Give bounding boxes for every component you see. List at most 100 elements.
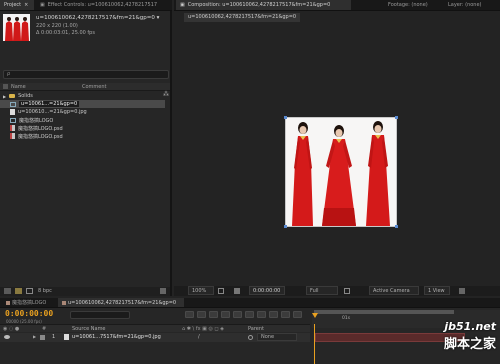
timecode-display[interactable]: 0:00:00:00 bbox=[249, 286, 285, 295]
frame-corner-handle[interactable] bbox=[284, 225, 287, 228]
project-item-logo-psd-2[interactable]: 魔指悠搞LOGO.psd bbox=[0, 132, 165, 140]
tab-project[interactable]: Project × bbox=[0, 0, 34, 10]
motion-blur-icon[interactable] bbox=[233, 311, 242, 318]
column-name[interactable]: Name bbox=[11, 84, 26, 90]
bpc-label[interactable]: 8 bpc bbox=[38, 288, 52, 294]
project-search-input[interactable]: ρ bbox=[3, 70, 169, 79]
lock-icon: ▣ bbox=[40, 2, 45, 8]
frame-blending-icon[interactable] bbox=[221, 311, 230, 318]
watermark-line2: 脚本之家 bbox=[443, 337, 496, 352]
psd-file-icon bbox=[10, 133, 15, 139]
expand-arrow-icon[interactable]: ▶ bbox=[33, 334, 36, 339]
comp-icon bbox=[6, 300, 10, 305]
watermark: jb51.net 脚本之家 bbox=[432, 320, 500, 364]
interpret-footage-icon[interactable] bbox=[4, 288, 11, 294]
project-panel: Project × ▣ Effect Controls: u=100610062,4… bbox=[0, 0, 172, 296]
switches-icons: ⌂ ✱ \ fx ▣ ◎ ◻ ◈ bbox=[182, 326, 224, 332]
brainstorm-icon[interactable] bbox=[245, 311, 254, 318]
draft-3d-icon[interactable] bbox=[197, 311, 206, 318]
lock-icon: ▣ bbox=[180, 2, 185, 8]
new-folder-icon[interactable] bbox=[15, 288, 22, 294]
timeline-search-input[interactable] bbox=[70, 311, 130, 319]
composition-frame[interactable] bbox=[284, 116, 398, 228]
timeline-tabbar: 魔指悠搞LOGO u=100610062,4278217517&fm=21&gp… bbox=[0, 298, 500, 308]
parent-dropdown[interactable]: None bbox=[257, 333, 297, 341]
resolution-dropdown[interactable]: Full bbox=[306, 286, 338, 295]
playhead-line bbox=[314, 324, 315, 364]
psd-file-icon bbox=[10, 125, 15, 131]
project-item-list: ▶ Solids u=10061...=21&gp=0 u=100610...=… bbox=[0, 92, 165, 152]
footage-image bbox=[286, 118, 396, 226]
snapshot-icon[interactable] bbox=[234, 288, 240, 294]
frame-corner-handle[interactable] bbox=[395, 225, 398, 228]
tab-layer[interactable]: Layer: (none) bbox=[444, 0, 500, 10]
timeline-layer-row[interactable]: ▶ 1 u=10061...7517&fm=21&gp=0.jpg / None bbox=[0, 333, 310, 342]
render-queue-icon[interactable] bbox=[293, 311, 302, 318]
shy-layers-icon[interactable] bbox=[209, 311, 218, 318]
footage-thumbnail bbox=[3, 14, 30, 41]
composition-icon bbox=[10, 101, 16, 107]
footage-size: 220 x 220 (1.00) bbox=[36, 23, 78, 29]
viewer-tabbar: ▣ Composition: u=100610062,4278217517&fm=… bbox=[174, 0, 500, 11]
footage-name[interactable]: u=100610062,4278217517&fm=21&gp=0 ▾ bbox=[36, 15, 159, 21]
project-item-logo-psd-1[interactable]: 魔指悠搞LOGO.psd bbox=[0, 124, 165, 132]
column-source-name[interactable]: Source Name bbox=[72, 326, 106, 332]
layer-name[interactable]: u=10061...7517&fm=21&gp=0.jpg bbox=[72, 334, 161, 340]
parent-pickwhip-icon[interactable] bbox=[248, 335, 253, 340]
graph-editor-icon[interactable] bbox=[257, 311, 266, 318]
comp-icon bbox=[62, 300, 66, 305]
av-features-icon: ◉ ◌ ● bbox=[3, 326, 20, 332]
tab-composition[interactable]: ▣ Composition: u=100610062,4278217517&fm=… bbox=[176, 0, 351, 10]
tab-footage[interactable]: Footage: (none) bbox=[384, 0, 444, 10]
timeline-timecode[interactable]: 0:00:00:00 bbox=[5, 309, 53, 318]
zoom-dropdown[interactable]: 100% bbox=[188, 286, 214, 295]
folder-icon bbox=[9, 94, 16, 98]
region-of-interest-icon[interactable] bbox=[344, 288, 350, 294]
view-layout-dropdown[interactable]: 1 View bbox=[424, 286, 450, 295]
image-file-icon bbox=[64, 334, 69, 340]
close-icon[interactable]: × bbox=[24, 2, 28, 8]
project-item-logo-comp[interactable]: 魔指悠搞LOGO bbox=[0, 116, 165, 124]
comp-mini-flowchart-icon[interactable] bbox=[185, 311, 194, 318]
frame-corner-handle[interactable] bbox=[284, 116, 287, 119]
tab-effect-controls[interactable]: ▣ Effect Controls: u=100610062,4278217517 bbox=[36, 0, 172, 10]
new-composition-icon[interactable] bbox=[26, 288, 33, 294]
project-column-header: Name Comment bbox=[0, 83, 170, 91]
fast-previews-icon[interactable] bbox=[459, 288, 465, 294]
project-item-comp-selected[interactable]: u=10061...=21&gp=0 bbox=[0, 100, 165, 108]
timeline-column-header: ◉ ◌ ● # Source Name ⌂ ✱ \ fx ▣ ◎ ◻ ◈ Par… bbox=[0, 324, 310, 332]
camera-dropdown[interactable]: Active Camera bbox=[369, 286, 419, 295]
live-update-icon[interactable] bbox=[269, 311, 278, 318]
tab-timeline-main[interactable]: u=100610062,4278217517&fm=21&gp=0 bbox=[58, 298, 184, 307]
quality-switch-icon[interactable]: / bbox=[198, 334, 200, 340]
safe-zones-icon[interactable] bbox=[218, 288, 224, 294]
auto-keyframe-icon[interactable] bbox=[281, 311, 290, 318]
viewer-footer-toolbar: 100% 0:00:00:00 Full Active Camera 1 Vie… bbox=[174, 286, 500, 296]
label-column-icon: # bbox=[42, 326, 47, 332]
image-file-icon bbox=[10, 109, 15, 115]
watermark-line1: jb51.net bbox=[444, 320, 496, 333]
frame-corner-handle[interactable] bbox=[395, 116, 398, 119]
layer-label-color[interactable] bbox=[40, 335, 45, 340]
label-column-icon[interactable] bbox=[3, 84, 8, 89]
project-footer-toolbar: 8 bpc bbox=[0, 287, 170, 296]
ruler-mark-01s: 01s bbox=[342, 316, 351, 321]
project-item-jpg[interactable]: u=100610...=21&gp=0.jpg bbox=[0, 108, 165, 116]
column-parent[interactable]: Parent bbox=[248, 326, 264, 332]
footage-duration: Δ 0:00:03:01, 25.00 fps bbox=[36, 30, 95, 36]
work-area-bar[interactable] bbox=[314, 310, 454, 314]
composition-icon bbox=[10, 117, 16, 123]
composition-subtab[interactable]: u=100610062,4278217517&fm=21&gp=0 bbox=[184, 13, 301, 22]
tab-timeline-logo[interactable]: 魔指悠搞LOGO bbox=[2, 298, 57, 307]
visibility-eye-icon[interactable] bbox=[4, 335, 10, 339]
thumbnail-image bbox=[3, 14, 30, 41]
current-time-indicator[interactable] bbox=[312, 313, 318, 318]
project-item-solids[interactable]: ▶ Solids bbox=[0, 92, 165, 100]
composition-panel: ▣ Composition: u=100610062,4278217517&fm=… bbox=[174, 0, 500, 296]
search-icon: ρ bbox=[7, 71, 11, 77]
expand-arrow-icon[interactable]: ▶ bbox=[3, 94, 6, 99]
trash-icon[interactable] bbox=[160, 288, 166, 294]
project-tabbar: Project × ▣ Effect Controls: u=100610062,4… bbox=[0, 0, 172, 11]
timeline-panel: 魔指悠搞LOGO u=100610062,4278217517&fm=21&gp… bbox=[0, 298, 500, 364]
column-comment[interactable]: Comment bbox=[82, 84, 107, 90]
